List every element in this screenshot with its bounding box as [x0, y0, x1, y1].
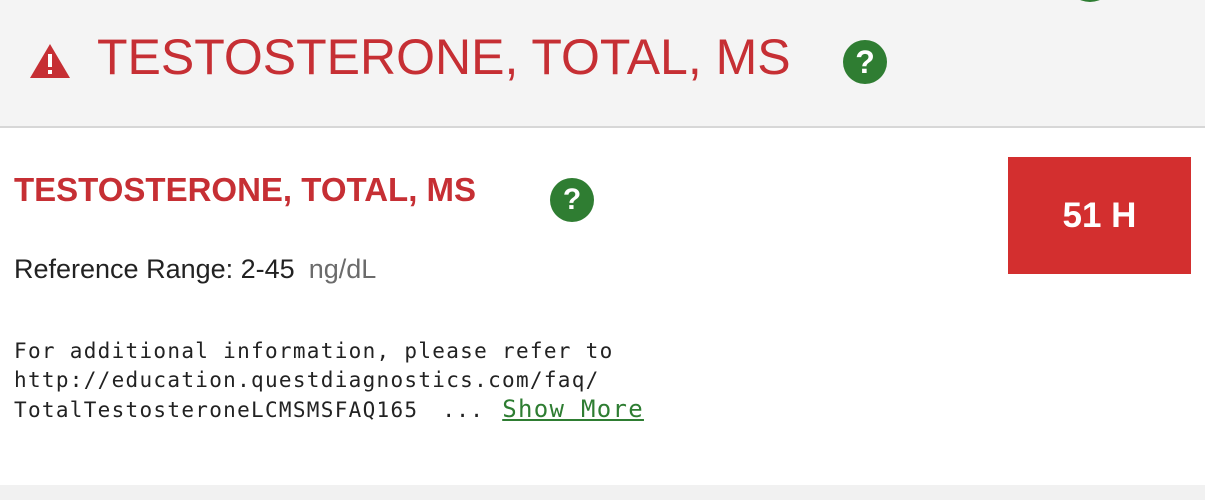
help-icon[interactable]: ?	[843, 40, 887, 84]
result-value-badge: 51 H	[1008, 157, 1191, 274]
result-help-icon[interactable]: ?	[550, 178, 594, 222]
partial-status-icon	[1068, 0, 1112, 2]
header-title: TESTOSTERONE, TOTAL, MS	[97, 29, 791, 85]
reference-range: Reference Range: 2-45 ng/dL	[14, 252, 376, 286]
info-line-last: TotalTestosteroneLCMSMSFAQ165... Show Mor…	[14, 395, 644, 425]
next-section-edge	[0, 485, 1205, 500]
reference-unit: ng/dL	[308, 254, 377, 284]
show-more-link[interactable]: Show More	[502, 395, 644, 423]
result-card: TESTOSTERONE, TOTAL, MS ? 51 H Reference…	[0, 128, 1205, 485]
info-line: For additional information, please refer…	[14, 339, 614, 363]
info-line: http://education.questdiagnostics.com/fa…	[14, 368, 600, 392]
ellipsis: ...	[442, 398, 485, 422]
reference-range-label: Reference Range: 2-45	[14, 254, 295, 284]
result-name: TESTOSTERONE, TOTAL, MS	[14, 171, 477, 208]
additional-info: For additional information, please refer…	[14, 337, 644, 425]
warning-triangle-icon	[30, 44, 70, 78]
test-header: TESTOSTERONE, TOTAL, MS ?	[0, 0, 1205, 128]
info-line-text: TotalTestosteroneLCMSMSFAQ165	[14, 398, 419, 422]
